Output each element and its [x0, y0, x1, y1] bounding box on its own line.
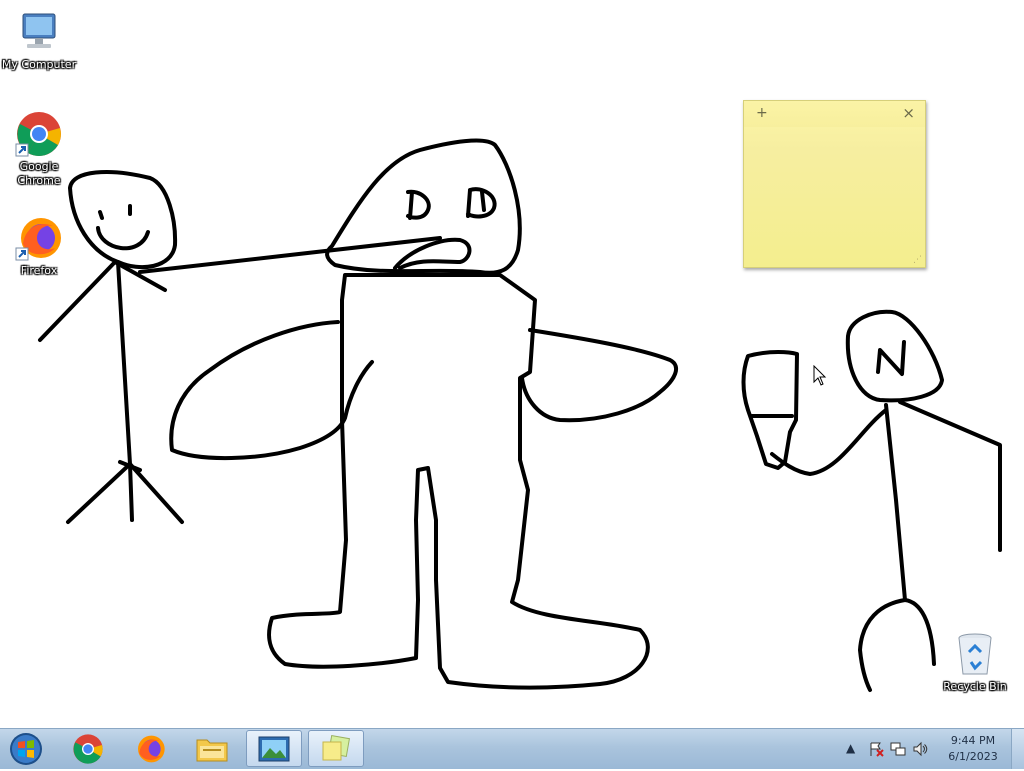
sticky-note-text[interactable]	[752, 131, 917, 259]
left-figure-body	[116, 260, 134, 522]
recycle-bin-icon	[958, 633, 992, 675]
left-figure-head	[68, 170, 178, 270]
monster-right-wing	[520, 328, 679, 423]
taskbar-chrome-button[interactable]	[60, 730, 116, 767]
left-figure-legs	[66, 460, 184, 524]
chrome-icon	[15, 112, 61, 157]
monster-eye-left	[406, 189, 431, 220]
desktop-icon-label: My Computer	[1, 58, 77, 71]
desktop-icon-google-chrome[interactable]: Google Chrome	[0, 110, 78, 188]
right-figure-arm-right	[898, 400, 1002, 552]
taskbar: ▲ 9:44 PM 6/1/2023	[0, 728, 1024, 769]
show-desktop-button[interactable]	[1011, 729, 1024, 769]
resize-grip-icon[interactable]: ⋰	[913, 255, 922, 265]
new-note-button[interactable]: +	[756, 105, 768, 121]
sticky-note-titlebar[interactable]: + ×	[744, 101, 925, 127]
taskbar-explorer-button[interactable]	[184, 730, 240, 767]
monster-body	[267, 273, 650, 690]
sticky-note-window[interactable]: + × ⋰	[743, 100, 926, 268]
monster-head	[325, 138, 522, 275]
taskbar-paint-button[interactable]	[246, 730, 302, 767]
right-figure-face	[876, 340, 906, 376]
monster-eye-right	[466, 187, 497, 219]
monster-mouth	[393, 237, 472, 270]
desktop[interactable]: D D My Computer Google Chrome	[0, 0, 1024, 728]
windows-orb-icon	[10, 733, 42, 765]
left-figure-face	[96, 204, 150, 251]
right-figure-legs	[858, 598, 936, 692]
right-figure-body	[884, 403, 907, 602]
close-note-button[interactable]: ×	[902, 104, 915, 122]
clock-date: 6/1/2023	[948, 750, 998, 763]
clock[interactable]: 9:44 PM 6/1/2023	[942, 733, 1004, 765]
bottle	[741, 350, 799, 470]
show-hidden-icons-button[interactable]: ▲	[846, 741, 855, 755]
desktop-icon-label: Recycle Bin	[943, 680, 1007, 693]
firefox-icon	[15, 218, 61, 261]
network-icon[interactable]	[890, 741, 906, 757]
folder-icon	[196, 739, 228, 761]
sticky-notes-icon	[322, 734, 351, 760]
desktop-icon-label: Google Chrome	[17, 160, 61, 187]
action-center-flag-icon[interactable]	[868, 741, 884, 757]
chrome-icon	[73, 733, 103, 764]
right-figure-head	[845, 309, 944, 403]
desktop-icon-label: Firefox	[20, 264, 58, 277]
computer-icon	[22, 13, 56, 48]
desktop-icon-my-computer[interactable]: My Computer	[0, 8, 78, 72]
desktop-icon-recycle-bin[interactable]: Recycle Bin	[936, 630, 1014, 694]
volume-icon[interactable]	[912, 741, 928, 757]
picture-icon	[258, 736, 290, 761]
clock-time: 9:44 PM	[950, 734, 996, 747]
taskbar-firefox-button[interactable]	[122, 730, 178, 767]
firefox-icon	[138, 735, 165, 762]
desktop-icon-firefox[interactable]: Firefox	[0, 214, 78, 278]
start-button[interactable]	[4, 731, 48, 767]
taskbar-sticky-notes-button[interactable]	[308, 730, 364, 767]
mouse-pointer-icon	[813, 365, 827, 386]
